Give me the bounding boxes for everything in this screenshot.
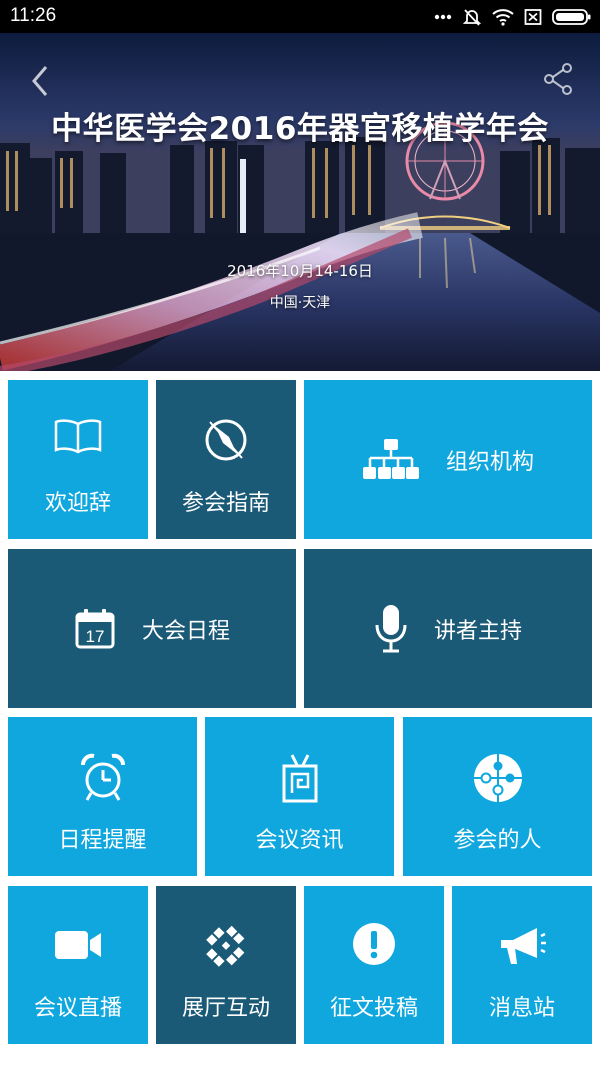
- tile-exhibition-label: 展厅互动: [181, 996, 270, 1021]
- calendar-day-number: 17: [86, 627, 105, 646]
- share-icon: [544, 63, 572, 95]
- tile-live[interactable]: 会议直播: [8, 886, 148, 1044]
- tile-speakers[interactable]: 讲者主持: [304, 549, 592, 708]
- mute-icon: [462, 7, 482, 27]
- tile-attendees[interactable]: 参会的人: [403, 717, 592, 876]
- sim-off-icon: [524, 8, 542, 26]
- back-button[interactable]: [26, 61, 56, 101]
- video-camera-icon: [55, 931, 101, 959]
- tile-attendees-label: 参会的人: [453, 828, 542, 853]
- tile-guide-label: 参会指南: [181, 491, 270, 516]
- tile-submission[interactable]: 征文投稿: [304, 886, 444, 1044]
- status-bar: 11:26: [0, 0, 600, 33]
- tile-exhibition[interactable]: 展厅互动: [156, 886, 296, 1044]
- city-night-image: [0, 33, 600, 371]
- calendar-icon: 17: [75, 608, 115, 648]
- tile-messages[interactable]: 消息站: [452, 886, 592, 1044]
- tile-reminder-label: 日程提醒: [58, 828, 147, 853]
- tile-submission-label: 征文投稿: [329, 996, 418, 1021]
- event-title: 中华医学会2016年器官移植学年会: [51, 111, 549, 147]
- org-chart-icon: [362, 438, 419, 479]
- event-date: 2016年10月14-16日: [227, 262, 373, 280]
- tile-schedule-label: 大会日程: [141, 618, 230, 644]
- tile-organization-label: 组织机构: [445, 449, 534, 475]
- tile-welcome-label: 欢迎辞: [44, 491, 111, 516]
- tile-schedule[interactable]: 17 大会日程: [8, 549, 296, 708]
- tile-organization[interactable]: 组织机构: [304, 380, 592, 539]
- diamond-pattern-icon: [206, 925, 245, 967]
- microphone-icon: [375, 604, 407, 652]
- tile-news-label: 会议资讯: [255, 828, 344, 853]
- tile-speakers-label: 讲者主持: [433, 618, 522, 644]
- tile-messages-label: 消息站: [488, 996, 555, 1021]
- book-icon: [54, 419, 102, 454]
- exclamation-icon: [353, 923, 395, 965]
- tile-reminder[interactable]: 日程提醒: [8, 717, 197, 876]
- tile-news[interactable]: 会议资讯: [205, 717, 394, 876]
- compass-icon: [205, 419, 247, 461]
- megaphone-icon: [501, 928, 546, 964]
- battery-icon: [552, 8, 592, 26]
- chevron-left-icon: [32, 66, 48, 96]
- tile-guide[interactable]: 参会指南: [156, 380, 296, 539]
- more-dots-icon: [434, 14, 452, 20]
- share-button[interactable]: [538, 59, 578, 99]
- wifi-icon: [492, 8, 514, 26]
- tile-live-label: 会议直播: [33, 996, 122, 1021]
- tile-welcome[interactable]: 欢迎辞: [8, 380, 148, 539]
- status-icons: [434, 6, 592, 28]
- alarm-clock-icon: [80, 753, 125, 801]
- status-time: 11:26: [10, 5, 57, 26]
- tv-icon: [282, 754, 317, 803]
- hero-banner: 中华医学会2016年器官移植学年会 2016年10月14-16日 中国·天津: [0, 33, 600, 371]
- event-location: 中国·天津: [269, 295, 331, 311]
- puzzle-icon: [473, 754, 522, 802]
